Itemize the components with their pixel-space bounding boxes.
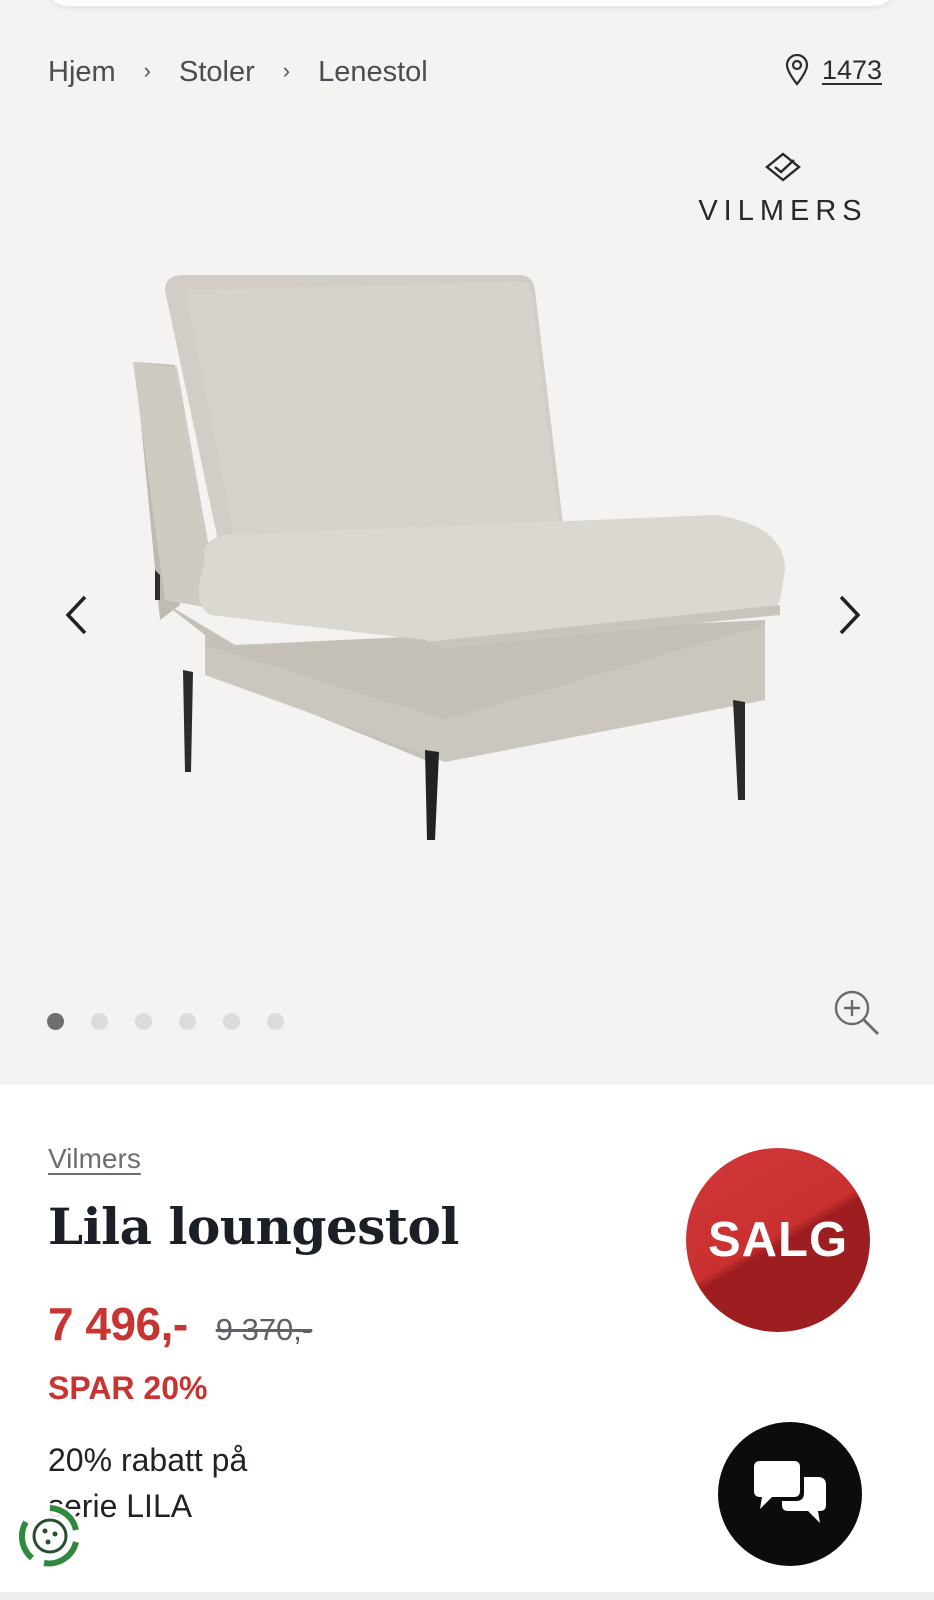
sale-badge-label: SALG (707, 1213, 849, 1267)
breadcrumb-item-stoler[interactable]: Stoler (179, 56, 255, 89)
pagination-dot[interactable] (223, 1013, 240, 1030)
previous-image-button[interactable] (56, 590, 96, 640)
brand-logo-text: VILMERS (698, 195, 868, 227)
zoom-button[interactable] (832, 988, 882, 1038)
pagination-dot[interactable] (135, 1013, 152, 1030)
pagination-dot[interactable] (47, 1013, 64, 1030)
breadcrumb-item-lenestol[interactable]: Lenestol (318, 56, 428, 89)
next-image-button[interactable] (830, 590, 870, 640)
current-price: 7 496,- (48, 1298, 188, 1350)
breadcrumb-separator: › (143, 57, 151, 83)
cookie-settings-button[interactable] (14, 1500, 86, 1572)
cookie-settings-icon (17, 1503, 83, 1569)
map-pin-icon (785, 54, 809, 86)
zoom-in-icon (834, 990, 879, 1035)
vilmers-emblem-icon (765, 152, 801, 182)
product-title: Lila loungestol (48, 1197, 459, 1256)
brand-link[interactable]: Vilmers (48, 1143, 141, 1175)
pagination-dot[interactable] (91, 1013, 108, 1030)
promo-text: 20% rabatt på serie LILA (48, 1437, 308, 1529)
brand-logo: VILMERS (698, 150, 868, 228)
product-image[interactable] (125, 270, 815, 870)
store-link[interactable]: 1473 (784, 54, 882, 86)
chat-button[interactable] (718, 1422, 862, 1566)
original-price: 9 370,- (215, 1312, 313, 1347)
search-bar-edge (46, 0, 896, 6)
store-number: 1473 (821, 54, 882, 85)
savings-label: SPAR 20% (48, 1370, 208, 1406)
pagination-dot[interactable] (179, 1013, 196, 1030)
bottom-edge (0, 1592, 934, 1600)
product-info: Vilmers Lila loungestol 7 496,- 9 370,- … (0, 1085, 934, 1600)
promo-line: serie LILA (48, 1488, 193, 1524)
chevron-right-icon (839, 595, 861, 635)
breadcrumb-separator: › (282, 57, 291, 83)
price-row: 7 496,- 9 370,- (48, 1297, 312, 1351)
pagination-dot[interactable] (267, 1013, 284, 1030)
chat-bubbles-icon (754, 1461, 826, 1523)
breadcrumb: Hjem › Stoler › Lenestol (48, 56, 428, 89)
promo-line: 20% rabatt på (48, 1442, 248, 1478)
image-pagination (47, 1013, 284, 1030)
product-gallery: Hjem › Stoler › Lenestol 1473 VILMERS (0, 0, 934, 1085)
sale-badge: SALG (686, 1148, 870, 1332)
chevron-left-icon (65, 595, 87, 635)
breadcrumb-item-home[interactable]: Hjem (48, 56, 116, 89)
